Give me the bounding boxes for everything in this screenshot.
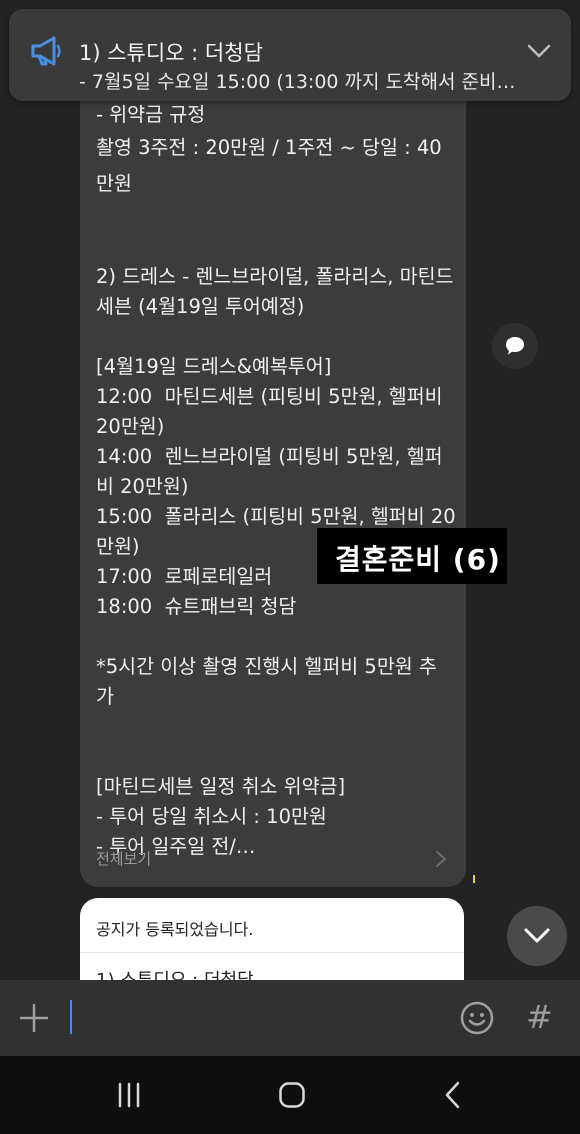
recent-apps-icon[interactable] <box>116 1082 142 1108</box>
message-input[interactable] <box>68 998 442 1040</box>
message-line <box>96 322 456 352</box>
message-line: 14:00 렌느브라이덜 (피팅비 5만원, 헬퍼 <box>96 445 443 468</box>
message-line: 12:00 마틴드세븐 (피팅비 5만원, 헬퍼비 <box>96 385 443 408</box>
message-line: 20만원) <box>96 415 165 438</box>
message-line: - 위약금 규정 <box>96 103 206 126</box>
emoji-icon[interactable] <box>459 1000 495 1036</box>
message-line <box>96 742 456 772</box>
message-line: 가 <box>96 685 114 708</box>
message-line: 세븐 (4월19일 투어예정) <box>96 295 305 318</box>
divider <box>80 952 464 953</box>
message-bubble[interactable]: - 위약금 규정촬영 3주전 : 20만원 / 1주전 ~ 당일 : 40 만원 2… <box>80 60 466 887</box>
message-line: 비 20만원) <box>96 475 189 498</box>
hashtag-button[interactable]: # <box>526 998 553 1036</box>
message-line: 만원 <box>96 172 132 195</box>
message-line: [마틴드세븐 일정 취소 위약금] <box>96 775 346 798</box>
message-line: 촬영 3주전 : 20만원 / 1주전 ~ 당일 : 40 <box>96 136 442 159</box>
chat-tag-overlay: 결혼준비 (6) <box>317 528 507 584</box>
notice-title: 1) 스튜디오 : 더청담 <box>79 41 263 65</box>
chevron-down-icon <box>524 928 550 943</box>
text-cursor <box>70 1000 72 1034</box>
chevron-down-icon[interactable] <box>525 37 553 65</box>
message-line: 2) 드레스 - 렌느브라이덜, 폴라리스, 마틴드 <box>96 265 454 288</box>
message-line: *5시간 이상 촬영 진행시 헬퍼비 5만원 추 <box>96 655 437 678</box>
notice-registered-card[interactable]: 공지가 등록되었습니다. 1) 스튜디오 : 더청담 <box>80 898 464 980</box>
chat-tag-label: 결혼준비 (6) <box>335 543 501 576</box>
chevron-right-icon[interactable] <box>434 850 448 868</box>
message-line <box>96 622 456 652</box>
reply-button[interactable] <box>492 323 538 369</box>
notice-card-preview: 1) 스튜디오 : 더청담 <box>96 966 254 980</box>
read-marker <box>473 875 475 883</box>
plus-icon[interactable] <box>18 1002 50 1034</box>
message-input-bar: # <box>0 980 580 1056</box>
system-nav-bar <box>0 1056 580 1134</box>
see-all-link[interactable]: 전체보기 <box>96 848 151 869</box>
chat-area[interactable]: 1) 스튜디오 : 더청담 - 7월5일 수요일 15:00 (13:00 까지… <box>0 0 580 980</box>
speech-bubble-icon <box>506 337 524 355</box>
message-line: 18:00 슈트패브릭 청담 <box>96 595 297 618</box>
back-icon[interactable] <box>442 1081 464 1109</box>
home-icon[interactable] <box>278 1081 306 1109</box>
message-line: [4월19일 드레스&예복투어] <box>96 355 332 378</box>
megaphone-icon <box>31 36 61 66</box>
message-line <box>96 232 456 262</box>
message-line: - 투어 당일 취소시 : 10만원 <box>96 805 327 828</box>
message-line <box>96 712 456 742</box>
message-text: - 위약금 규정촬영 3주전 : 20만원 / 1주전 ~ 당일 : 40 만원 2… <box>96 100 456 862</box>
pinned-notice[interactable]: 1) 스튜디오 : 더청담 - 7월5일 수요일 15:00 (13:00 까지… <box>9 9 571 101</box>
notice-preview: - 7월5일 수요일 15:00 (13:00 까지 도착해서 준비… <box>79 71 516 93</box>
message-line <box>96 202 456 232</box>
notice-card-title: 공지가 등록되었습니다. <box>96 920 254 939</box>
scroll-to-bottom-button[interactable] <box>507 906 567 966</box>
